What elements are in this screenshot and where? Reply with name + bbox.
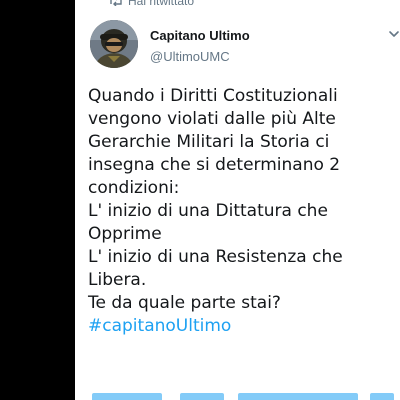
tweet-line: L' inizio di una Dittatura che [88,201,328,221]
truncated-link-row[interactable] [88,390,400,400]
screen: Hai ritwittato Capitano Ultimo @UltimoUM… [0,0,400,400]
tweet-line: Quando i Diritti Costituzionali [88,86,338,106]
hashtag-link[interactable]: #capitanoUltimo [88,315,400,338]
avatar[interactable] [90,20,138,68]
tweet-line: Libera. [88,270,147,290]
truncated-link-fragment [370,393,394,400]
tweet-line: vengono violati dalle più Alte [88,109,336,129]
chevron-down-icon[interactable] [387,27,400,41]
tweet-card[interactable]: Hai ritwittato Capitano Ultimo @UltimoUM… [75,0,400,400]
truncated-link-fragment [92,393,162,400]
truncated-link-fragment [238,393,358,400]
retweet-indicator: Hai ritwittato [109,0,194,10]
tweet-line: L' inizio di una Resistenza che [88,247,343,267]
tweet-line: Opprime [88,224,162,244]
tweet-line: insegna che si determinano 2 [88,155,341,175]
tweet-line: Te da quale parte stai? [88,293,281,313]
author-handle[interactable]: @UltimoUMC [150,49,230,64]
truncated-link-fragment [180,393,224,400]
author-name[interactable]: Capitano Ultimo [150,28,250,43]
tweet-line: Gerarchie Militari la Storia ci [88,132,330,152]
retweet-icon [109,0,123,6]
tweet-text: Quando i Diritti Costituzionali vengono … [88,85,400,338]
tweet-line: condizioni: [88,178,180,198]
retweet-label: Hai ritwittato [128,0,195,8]
